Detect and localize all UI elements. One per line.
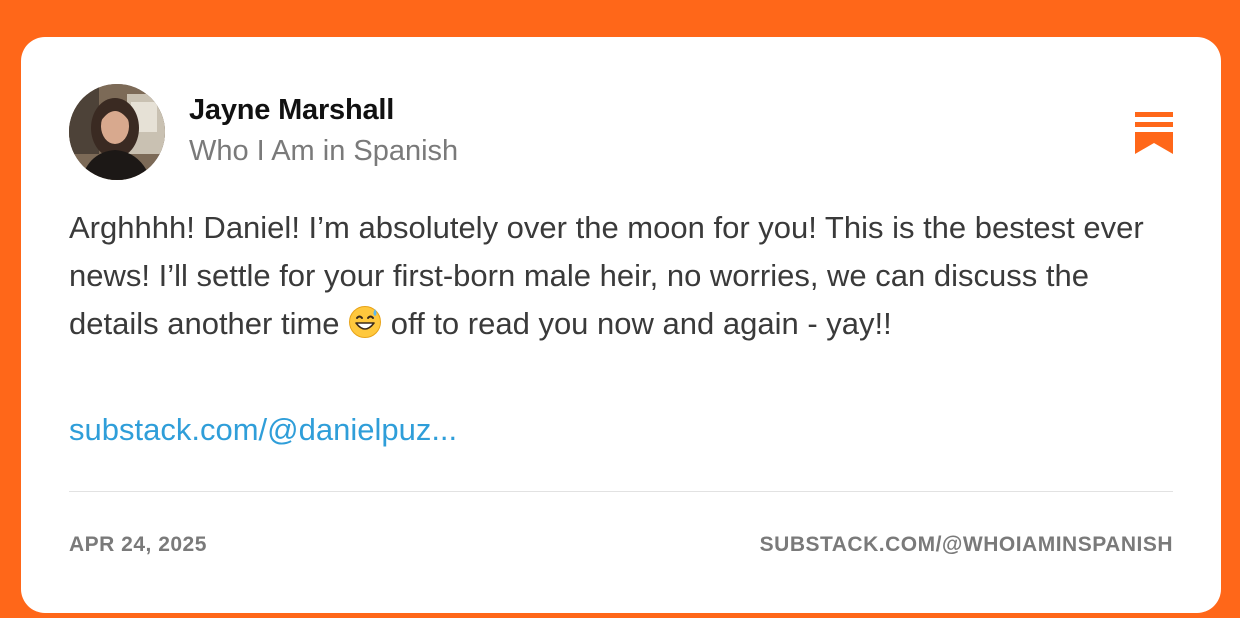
comment-text-part-2: off to read you now and again - yay!!: [390, 306, 892, 341]
comment-date: APR 24, 2025: [69, 533, 207, 556]
author-name[interactable]: Jayne Marshall: [189, 94, 394, 127]
divider: [69, 491, 1173, 492]
grinning-face-with-sweat-icon: [348, 305, 382, 339]
bookmark-icon[interactable]: [1135, 112, 1173, 154]
comment-text: Arghhhh! Daniel! I’m absolutely over the…: [69, 204, 1179, 348]
publication-name[interactable]: Who I Am in Spanish: [189, 135, 458, 168]
comment-card: Jayne Marshall Who I Am in Spanish Arghh…: [21, 37, 1221, 613]
publication-url[interactable]: SUBSTACK.COM/@WHOIAMINSPANISH: [760, 533, 1173, 557]
avatar-photo-icon: [69, 84, 165, 180]
author-avatar[interactable]: [69, 84, 165, 180]
profile-link[interactable]: substack.com/@danielpuz...: [69, 412, 457, 448]
